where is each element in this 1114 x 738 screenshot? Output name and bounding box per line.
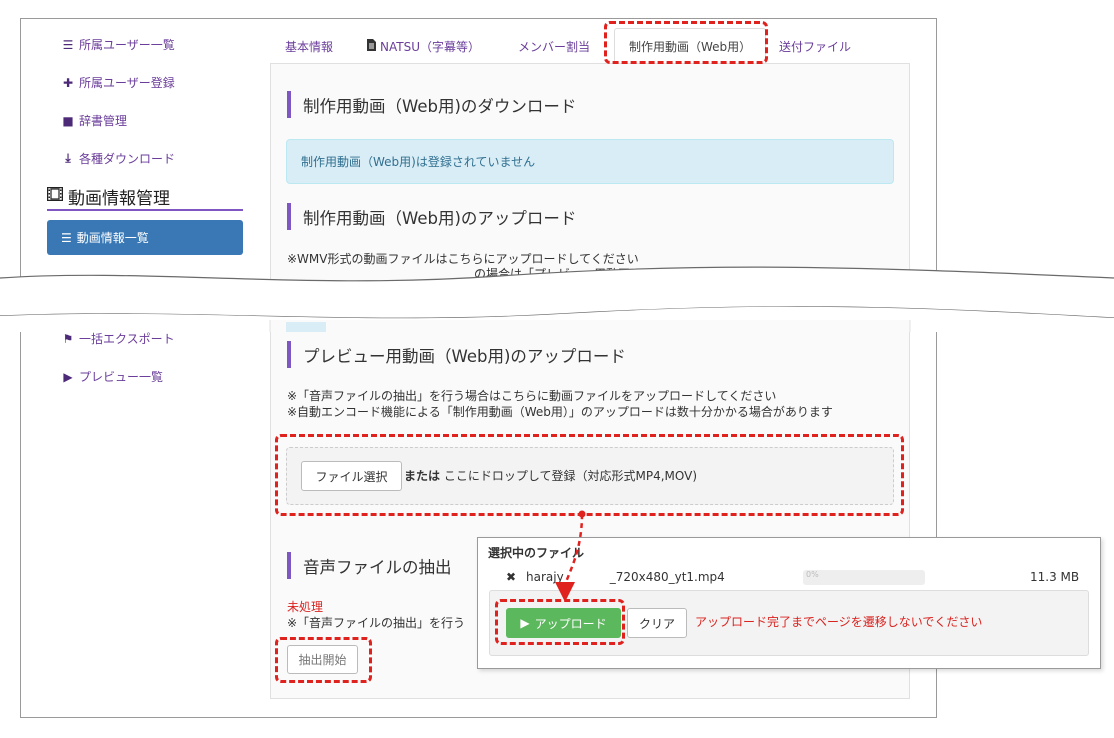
tab-send-files[interactable]: 送付ファイル bbox=[779, 38, 851, 55]
sidebar-item-video-list[interactable]: ☰ 動画情報一覧 bbox=[47, 220, 243, 255]
section-title-text: 動画情報管理 bbox=[68, 188, 170, 209]
progress-text: 0% bbox=[806, 570, 819, 579]
list-icon: ☰ bbox=[61, 230, 72, 245]
download-icon: ⤓ bbox=[65, 151, 71, 165]
sidebar-item-label: 所属ユーザー登録 bbox=[79, 76, 175, 90]
page-break-band bbox=[0, 264, 1114, 332]
highlight-extract-button bbox=[275, 637, 372, 683]
sidebar-item-label: 各種ダウンロード bbox=[79, 152, 176, 166]
status-unprocessed: 未処理 bbox=[287, 600, 324, 614]
download-section-title: 制作用動画（Web用)のダウンロード bbox=[287, 91, 576, 118]
sidebar-item-label: 動画情報一覧 bbox=[76, 231, 149, 245]
preview-note-2: ※自動エンコード機能による「制作用動画（Web用）」のアップロードは数十分かかる… bbox=[287, 405, 833, 419]
tab-basic-info[interactable]: 基本情報 bbox=[285, 38, 333, 55]
file-size: 11.3 MB bbox=[1030, 570, 1080, 584]
tab-label: 基本情報 bbox=[285, 40, 334, 54]
document-icon bbox=[366, 39, 377, 54]
clear-button[interactable]: クリア bbox=[627, 608, 687, 638]
button-label: クリア bbox=[638, 616, 675, 631]
sidebar-item-preview-list[interactable]: ▶ プレビュー一覧 bbox=[62, 368, 163, 385]
sidebar-section-title: 動画情報管理 bbox=[46, 183, 243, 211]
plus-icon: ✚ bbox=[62, 75, 74, 90]
list-icon: ☰ bbox=[62, 37, 74, 52]
audio-note: ※「音声ファイルの抽出」を行う bbox=[287, 616, 466, 630]
upload-section-title: 制作用動画（Web用)のアップロード bbox=[287, 203, 576, 230]
preview-note-1: ※「音声ファイルの抽出」を行う場合はこちらに動画ファイルをアップロードしてくださ… bbox=[287, 389, 777, 403]
tab-label: メンバー割当 bbox=[518, 40, 591, 54]
sidebar-item-user-list[interactable]: ☰ 所属ユーザー一覧 bbox=[62, 36, 175, 53]
flag-icon: ⚑ bbox=[62, 331, 74, 346]
tab-natsu[interactable]: NATSU（字幕等） bbox=[366, 38, 480, 55]
play-icon: ▶ bbox=[63, 369, 73, 384]
sidebar-item-label: 辞書管理 bbox=[79, 114, 128, 128]
square-icon: ■ bbox=[62, 113, 74, 128]
not-registered-alert: 制作用動画（Web用)は登録されていません bbox=[286, 139, 894, 184]
sidebar-item-label: 一括エクスポート bbox=[79, 332, 175, 346]
highlight-drop-zone bbox=[275, 434, 904, 516]
sidebar-item-bulk-export[interactable]: ⚑ 一括エクスポート bbox=[62, 330, 175, 347]
sidebar-item-dictionary[interactable]: ■ 辞書管理 bbox=[62, 112, 127, 129]
file-name-end: _720x480_yt1.mp4 bbox=[609, 570, 725, 584]
highlight-upload-button bbox=[495, 599, 625, 645]
upload-progress-bar: 0% bbox=[803, 570, 925, 585]
tab-label: NATSU（字幕等） bbox=[380, 40, 480, 54]
highlight-production-tab bbox=[604, 21, 768, 64]
upload-warning: アップロード完了までページを遷移しないでください bbox=[695, 615, 983, 629]
tab-members[interactable]: メンバー割当 bbox=[518, 38, 590, 55]
alert-text: 制作用動画（Web用)は登録されていません bbox=[301, 155, 536, 169]
remove-file-icon[interactable]: ✖ bbox=[506, 570, 516, 584]
sidebar-item-label: プレビュー一覧 bbox=[79, 370, 164, 384]
sidebar-item-label: 所属ユーザー一覧 bbox=[79, 38, 175, 52]
sidebar-item-user-register[interactable]: ✚ 所属ユーザー登録 bbox=[62, 74, 175, 91]
audio-section-title: 音声ファイルの抽出 bbox=[287, 552, 452, 579]
connector-arrow bbox=[555, 510, 586, 602]
tab-label: 送付ファイル bbox=[779, 40, 852, 54]
preview-upload-section-title: プレビュー用動画（Web用)のアップロード bbox=[287, 341, 626, 368]
sidebar-item-downloads[interactable]: ⤓ 各種ダウンロード bbox=[62, 150, 175, 167]
film-icon bbox=[46, 186, 64, 205]
